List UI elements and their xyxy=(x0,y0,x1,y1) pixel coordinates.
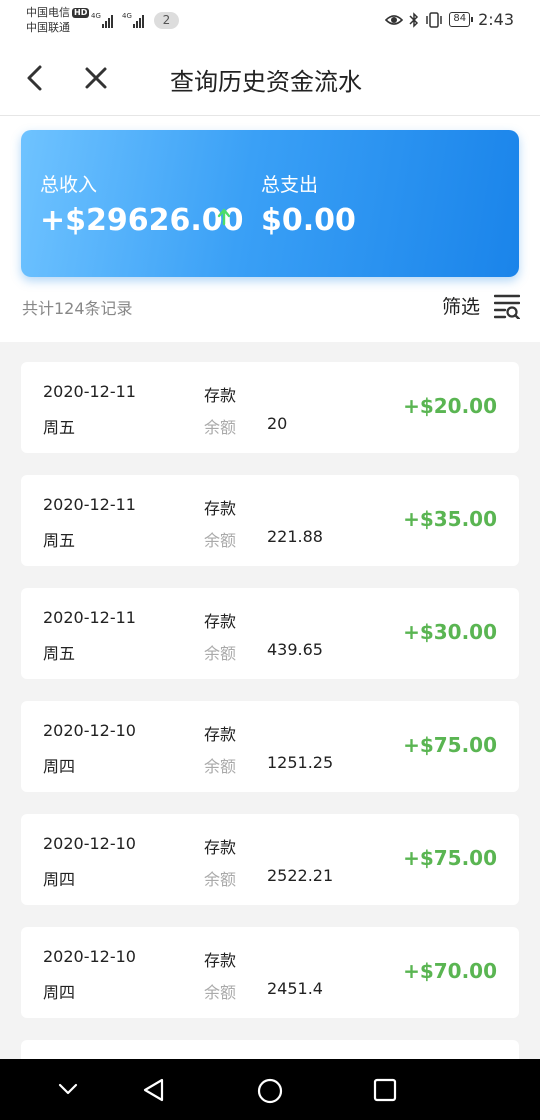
signal-icon: 4G xyxy=(91,12,114,28)
recents-square-icon[interactable] xyxy=(372,1077,398,1103)
item-type: 存款 xyxy=(204,725,237,744)
total-expense-label: 总支出 xyxy=(261,174,319,196)
item-balance-label: 余额 xyxy=(204,983,237,1002)
item-amount: +$30.00 xyxy=(403,620,497,644)
hd-badge: HD xyxy=(72,8,90,18)
item-amount: +$70.00 xyxy=(403,959,497,983)
item-balance: 221.88 xyxy=(267,527,323,546)
item-amount: +$20.00 xyxy=(403,394,497,418)
item-weekday: 周四 xyxy=(43,983,76,1002)
item-amount: +$75.00 xyxy=(403,846,497,870)
item-balance: 2451.4 xyxy=(267,979,323,998)
item-date: 2020-12-10 xyxy=(43,947,136,966)
system-nav-bar xyxy=(0,1059,540,1120)
item-balance: 439.65 xyxy=(267,640,323,659)
total-expense-value: $0.00 xyxy=(261,203,356,238)
item-type: 存款 xyxy=(204,838,237,857)
list-item[interactable]: 2020-12-11 周五 存款 余额 221.88 +$35.00 xyxy=(21,475,519,566)
item-weekday: 周五 xyxy=(43,644,76,663)
item-balance: 20 xyxy=(267,414,288,433)
item-date: 2020-12-11 xyxy=(43,608,136,627)
item-amount: +$35.00 xyxy=(403,507,497,531)
record-count: 共计124条记录 xyxy=(22,299,133,318)
list-item[interactable]: 2020-12-10 周四 存款 余额 1251.25 +$75.00 xyxy=(21,701,519,792)
network-type-2: 4G xyxy=(122,12,132,20)
item-weekday: 周四 xyxy=(43,870,76,889)
item-date: 2020-12-10 xyxy=(43,834,136,853)
status-right: 84 2:43 xyxy=(379,10,514,29)
signal-icon: 4G xyxy=(122,12,145,28)
network-type-1: 4G xyxy=(91,12,101,20)
status-bar: 中国电信 HD 中国联通 4G 4G 2 84 2:43 xyxy=(0,0,540,40)
back-triangle-icon[interactable] xyxy=(141,1077,167,1103)
collapse-icon[interactable] xyxy=(56,1077,80,1101)
battery-icon: 84 xyxy=(449,12,473,27)
summary-section: 总收入 +$29626.00 总支出 $0.00 共计124条记录 筛选 xyxy=(0,116,540,342)
carrier-info: 中国电信 HD 中国联通 xyxy=(26,5,90,35)
item-balance-label: 余额 xyxy=(204,870,237,889)
item-weekday: 周四 xyxy=(43,757,76,776)
item-balance: 1251.25 xyxy=(267,753,334,772)
item-date: 2020-12-11 xyxy=(43,495,136,514)
item-type: 存款 xyxy=(204,386,237,405)
list-item[interactable]: 2020-12-11 周五 存款 余额 20 +$20.00 xyxy=(21,362,519,453)
item-balance-label: 余额 xyxy=(204,757,237,776)
eye-icon xyxy=(385,13,404,27)
item-weekday: 周五 xyxy=(43,531,76,550)
total-income-value: +$29626.00 xyxy=(40,203,244,238)
home-circle-icon[interactable] xyxy=(256,1077,284,1105)
item-amount: +$75.00 xyxy=(403,733,497,757)
item-balance: 2522.21 xyxy=(267,866,334,885)
total-income-label: 总收入 xyxy=(40,174,98,196)
filter-button[interactable]: 筛选 xyxy=(442,292,520,319)
up-arrow-icon xyxy=(217,208,231,226)
list-item[interactable]: 2020-12-10 周四 存款 余额 2451.4 +$70.00 xyxy=(21,927,519,1018)
item-weekday: 周五 xyxy=(43,418,76,437)
item-date: 2020-12-10 xyxy=(43,721,136,740)
nav-bar: 查询历史资金流水 xyxy=(0,40,540,116)
sim-count-badge: 2 xyxy=(154,12,179,29)
list-item[interactable]: 2020-12-10 周四 存款 余额 2522.21 +$75.00 xyxy=(21,814,519,905)
item-balance-label: 余额 xyxy=(204,531,237,550)
item-date: 2020-12-11 xyxy=(43,382,136,401)
item-balance-label: 余额 xyxy=(204,644,237,663)
filter-label: 筛选 xyxy=(441,296,480,318)
page-title: 查询历史资金流水 xyxy=(170,68,362,96)
carrier-2: 中国联通 xyxy=(26,21,70,34)
list-item[interactable]: 2020-12-11 周五 存款 余额 439.65 +$30.00 xyxy=(21,588,519,679)
filter-list-icon xyxy=(494,294,520,319)
item-balance-label: 余额 xyxy=(204,418,237,437)
carrier-1: 中国电信 xyxy=(26,6,70,19)
back-arrow-icon[interactable] xyxy=(22,64,50,92)
bluetooth-icon xyxy=(409,11,419,28)
item-type: 存款 xyxy=(204,499,237,518)
item-type: 存款 xyxy=(204,951,237,970)
close-icon[interactable] xyxy=(82,64,110,92)
transaction-list: 2020-12-11 周五 存款 余额 20 +$20.00 2020-12-1… xyxy=(21,362,519,1120)
summary-card: 总收入 +$29626.00 总支出 $0.00 xyxy=(21,130,519,277)
item-type: 存款 xyxy=(204,612,237,631)
clock: 2:43 xyxy=(478,10,514,29)
vibrate-icon xyxy=(425,11,443,28)
